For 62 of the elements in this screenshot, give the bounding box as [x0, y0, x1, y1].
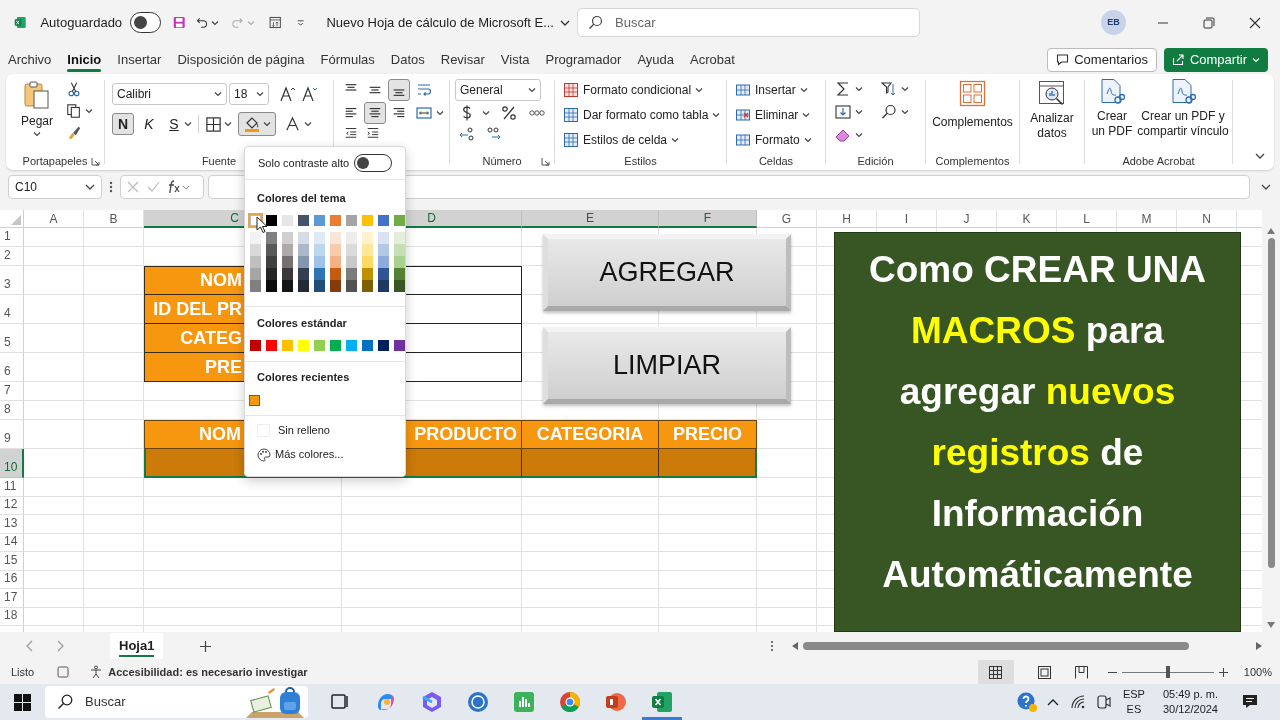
paste-button[interactable]: Pegar	[16, 80, 58, 152]
menu-tab[interactable]: Datos	[382, 45, 433, 74]
share-button[interactable]: Compartir	[1163, 47, 1268, 72]
italic-button[interactable]: K	[138, 113, 160, 135]
menu-tab[interactable]: Vista	[492, 45, 538, 74]
analyze-data-button[interactable]: Analizar datos	[1020, 74, 1084, 152]
clock-date[interactable]: 30/12/2024	[1162, 702, 1218, 717]
autosave-label: Autoguardado	[40, 13, 123, 32]
group-label: Edición	[857, 153, 894, 169]
column-header[interactable]: E	[522, 210, 659, 228]
language-indicator[interactable]: ESP	[1122, 687, 1145, 702]
row-header[interactable]: 10	[0, 449, 24, 478]
group-label: Adobe Acrobat	[1122, 153, 1195, 169]
menu-tab[interactable]: Inicio	[59, 45, 110, 74]
keyboard-layout[interactable]: ES	[1126, 702, 1142, 717]
styles-menu-button[interactable]: Dar formato como tabla	[563, 104, 726, 125]
group-label: Número	[482, 153, 522, 169]
group-label: Fuente	[201, 153, 237, 169]
status-text: Listo	[11, 664, 35, 680]
zoom-level[interactable]: 100%	[1243, 663, 1272, 681]
user-avatar[interactable]: EB	[1101, 10, 1126, 35]
document-title[interactable]: Nuevo Hoja de cálculo de Microsoft E...	[326, 12, 570, 33]
menu-tab[interactable]: Ayuda	[629, 45, 682, 74]
menu-tab[interactable]: Insertar	[109, 45, 170, 74]
styles-menu-button[interactable]: Formato condicional	[563, 79, 726, 100]
menu-tab[interactable]: Revisar	[432, 45, 493, 74]
banner-text: Como CREAR UNA MACROS para agregar nuevos registros de Información Automáticamente	[867, 248, 1208, 597]
cells-menu-button[interactable]: Formato	[735, 129, 825, 150]
cells-menu-button[interactable]: Eliminar	[735, 104, 825, 125]
sheet-tab[interactable]: Hoja1	[110, 633, 164, 659]
table-header-cell: CATEGORIA	[522, 420, 659, 449]
menu-tab[interactable]: Fórmulas	[312, 45, 383, 74]
font-size-select[interactable]: 18	[229, 83, 269, 105]
create-pdf-button[interactable]: Crear un PDF y compartir vínculo	[1137, 78, 1229, 152]
name-box[interactable]: C10	[8, 175, 102, 199]
accessibility-button[interactable]: Accesibilidad: es necesario investigar	[89, 663, 308, 681]
underline-button[interactable]: S	[164, 113, 184, 135]
add-ins-button[interactable]: Complementos	[926, 74, 1019, 152]
menu-tab[interactable]: Archivo	[0, 45, 60, 74]
styles-menu-button[interactable]: Estilos de celda	[563, 129, 726, 150]
cells-menu-button[interactable]: Insertar	[735, 79, 825, 100]
group-label: Complementos	[935, 153, 1010, 169]
group-label: Estilos	[624, 153, 657, 169]
menu-tab[interactable]: Programador	[537, 45, 630, 74]
create-pdf-button[interactable]: Crear un PDF	[1089, 78, 1135, 152]
table-header-cell: PRECIO	[659, 420, 757, 449]
section-title: Colores del tema	[257, 191, 347, 206]
number-format-select[interactable]: General	[455, 79, 541, 101]
macro-button[interactable]: LIMPIAR	[543, 327, 791, 404]
search-field[interactable]: Buscar	[577, 8, 920, 37]
group-label: Portapapeles	[22, 153, 88, 169]
menu-tab[interactable]: Acrobat	[682, 45, 743, 74]
bold-button[interactable]: N	[112, 113, 134, 135]
column-header[interactable]: F	[659, 210, 757, 228]
comments-button[interactable]: Comentarios	[1047, 47, 1157, 72]
macro-button[interactable]: AGREGAR	[543, 234, 791, 311]
group-label: Celdas	[758, 153, 794, 169]
high-contrast-label: Solo contraste alto	[258, 155, 350, 171]
menu-tab[interactable]: Disposición de página	[169, 45, 313, 74]
clock-time[interactable]: 05:49 p. m.	[1162, 687, 1218, 702]
taskbar-search-field[interactable]: Buscar	[45, 686, 308, 718]
font-select[interactable]: Calibri	[112, 83, 227, 105]
